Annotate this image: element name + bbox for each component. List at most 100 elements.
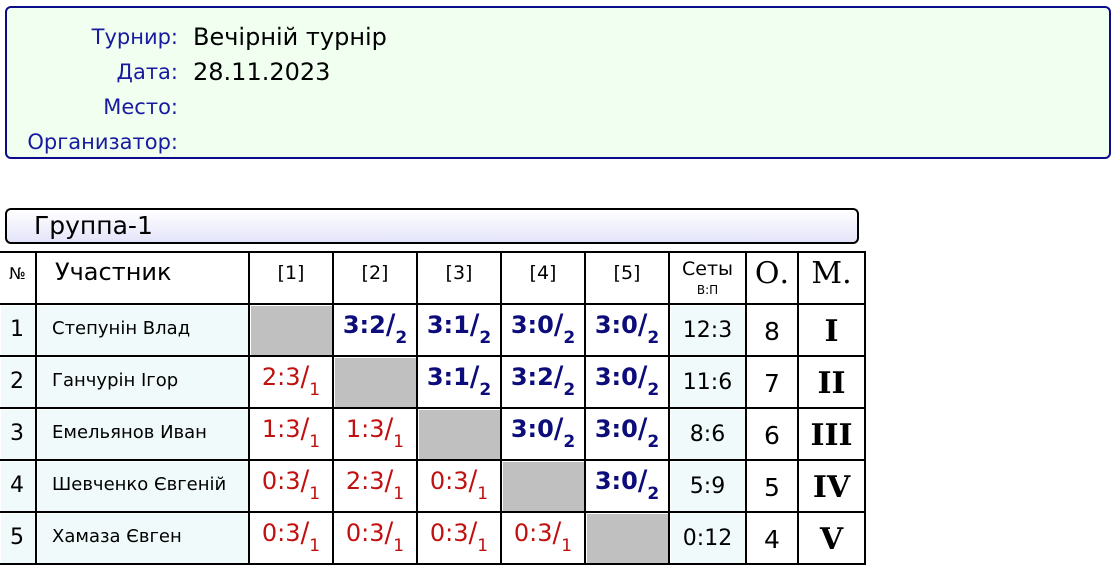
match-points: 2 (563, 328, 576, 348)
participant-name-cell[interactable]: Хамаза Євген (37, 513, 250, 565)
header-sets-label: Сеты (681, 258, 734, 280)
match-loss-result: 2:3/1 (250, 361, 332, 400)
points-value: 5 (764, 473, 780, 502)
participant-name: Хамаза Євген (52, 526, 182, 547)
fraction-slash: / (384, 413, 394, 445)
match-points: 2 (395, 328, 408, 348)
row-number-value: 1 (10, 317, 24, 342)
match-points: 1 (477, 484, 489, 504)
header-points-label: О. (754, 256, 790, 291)
match-result-cell[interactable]: 1:3/1 (334, 409, 418, 461)
match-win-result: 3:2/2 (334, 309, 416, 348)
participant-name-cell[interactable]: Ганчурін Ігор (37, 357, 250, 409)
header-opponent-3: [3] (418, 252, 502, 305)
match-points: 2 (563, 380, 576, 400)
group-title: Группа-1 (34, 211, 153, 240)
match-points: 2 (563, 432, 576, 452)
match-result-cell[interactable]: 3:0/2 (586, 357, 670, 409)
sets-cell: 5:9 (670, 461, 747, 513)
sets-cell: 0:12 (670, 513, 747, 565)
fraction-slash: / (637, 309, 648, 341)
match-result-cell[interactable]: 0:3/1 (334, 513, 418, 565)
header-sets-sub-label: В:П (696, 283, 719, 297)
self-match-cell (502, 461, 586, 513)
match-result-cell[interactable]: 0:3/1 (502, 513, 586, 565)
match-points: 2 (647, 380, 660, 400)
match-points: 1 (393, 536, 405, 556)
participant-name-cell[interactable]: Емельянов Иван (37, 409, 250, 461)
sets-value: 8:6 (689, 422, 726, 447)
fraction-slash: / (469, 361, 480, 393)
match-points: 1 (309, 536, 321, 556)
match-result-cell[interactable]: 3:0/2 (586, 461, 670, 513)
match-score: 3:0 (594, 415, 638, 443)
row-number-value: 3 (10, 421, 24, 446)
match-points: 2 (647, 432, 660, 452)
points-value: 4 (764, 525, 780, 554)
match-score: 0:3 (513, 519, 553, 547)
sets-value: 11:6 (682, 370, 733, 395)
match-result-cell[interactable]: 3:0/2 (502, 305, 586, 357)
match-result-cell[interactable]: 0:3/1 (250, 461, 334, 513)
match-points: 2 (647, 484, 660, 504)
match-points: 2 (479, 380, 492, 400)
match-result-cell[interactable]: 0:3/1 (418, 513, 502, 565)
header-num: № (0, 252, 37, 305)
match-result-cell[interactable]: 1:3/1 (250, 409, 334, 461)
match-points: 1 (561, 536, 573, 556)
match-result-cell[interactable]: 3:0/2 (586, 305, 670, 357)
match-result-cell[interactable]: 3:2/2 (502, 357, 586, 409)
match-win-result: 3:2/2 (502, 361, 584, 400)
place-value: V (819, 522, 844, 557)
match-result-cell[interactable]: 2:3/1 (334, 461, 418, 513)
participant-name-cell[interactable]: Шевченко Євгеній (37, 461, 250, 513)
organizer-label: Организатор: (27, 130, 178, 154)
match-result-cell[interactable]: 3:0/2 (586, 409, 670, 461)
group-title-bar[interactable]: Группа-1 (5, 208, 859, 244)
match-result-cell[interactable]: 3:0/2 (502, 409, 586, 461)
header-opponent-3-label: [3] (445, 262, 473, 284)
place-value: III (810, 418, 853, 453)
match-score: 0:3 (429, 519, 469, 547)
sets-cell: 11:6 (670, 357, 747, 409)
fraction-slash: / (384, 465, 394, 497)
points-value: 6 (764, 421, 780, 450)
match-loss-result: 1:3/1 (334, 413, 416, 452)
header-opponent-5: [5] (586, 252, 670, 305)
match-win-result: 3:1/2 (418, 309, 500, 348)
self-match-cell (334, 357, 418, 409)
participant-name-cell[interactable]: Степунін Влад (37, 305, 250, 357)
header-opponent-1: [1] (250, 252, 334, 305)
fraction-slash: / (300, 413, 310, 445)
match-result-cell[interactable]: 2:3/1 (250, 357, 334, 409)
fraction-slash: / (300, 361, 310, 393)
match-score: 3:0 (594, 311, 638, 339)
match-score: 3:0 (510, 415, 554, 443)
match-score: 3:0 (594, 467, 638, 495)
points-cell: 6 (747, 409, 799, 461)
match-score: 3:2 (342, 311, 386, 339)
match-win-result: 3:1/2 (418, 361, 500, 400)
header-opponent-4: [4] (502, 252, 586, 305)
match-result-cell[interactable]: 3:1/2 (418, 357, 502, 409)
fraction-slash: / (384, 517, 394, 549)
fraction-slash: / (637, 413, 648, 445)
self-match-cell (586, 513, 670, 565)
header-opponent-2-label: [2] (361, 262, 389, 284)
match-result-cell[interactable]: 0:3/1 (250, 513, 334, 565)
match-result-cell[interactable]: 3:1/2 (418, 305, 502, 357)
tournament-value[interactable]: Вечірній турнір (193, 22, 387, 52)
row-number-value: 2 (10, 369, 24, 394)
date-value[interactable]: 28.11.2023 (193, 57, 330, 87)
header-participant-label: Участник (55, 258, 172, 286)
header-opponent-2: [2] (334, 252, 418, 305)
fraction-slash: / (637, 465, 648, 497)
match-result-cell[interactable]: 0:3/1 (418, 461, 502, 513)
match-result-cell[interactable]: 3:2/2 (334, 305, 418, 357)
place-cell: IV (799, 461, 866, 513)
match-score: 3:0 (594, 363, 638, 391)
participant-name: Степунін Влад (52, 318, 191, 339)
fraction-slash: / (468, 517, 478, 549)
match-win-result: 3:0/2 (502, 413, 584, 452)
participant-name: Ганчурін Ігор (52, 370, 179, 391)
